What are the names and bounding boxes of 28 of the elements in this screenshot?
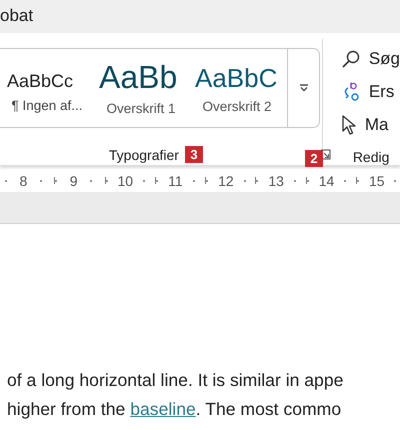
baseline-link[interactable]: baseline (130, 399, 196, 419)
ruler-number: 14 (318, 172, 334, 188)
window-title: obat (0, 6, 34, 26)
group-label: Typografier (108, 146, 179, 162)
number-badge: 2 (305, 150, 323, 167)
style-preview[interactable]: AaBb (99, 60, 183, 92)
ribbon-command[interactable]: Søg (368, 49, 400, 70)
style-name[interactable]: Overskrift 1 (106, 100, 176, 116)
number-badge: 3 (184, 146, 203, 163)
ruler-number: 11 (168, 172, 183, 188)
group-label: Redig (352, 149, 390, 166)
ruler-number: 12 (218, 172, 234, 188)
ribbon-command[interactable]: Ers (368, 82, 394, 102)
ruler-number: 8 (20, 172, 28, 188)
style-name[interactable]: Overskrift 2 (202, 99, 272, 114)
cursor-icon (340, 114, 357, 135)
ruler-number: 10 (118, 172, 134, 188)
search-icon (340, 49, 361, 70)
ruler-number: 13 (268, 172, 284, 188)
style-name[interactable]: ¶ Ingen af... (11, 98, 83, 112)
style-preview[interactable]: AaBbCc (7, 72, 87, 90)
paragraph-text: of a long horizontal line. It is similar in appe higher from the baseline. The most commo (6, 369, 344, 421)
style-preview[interactable]: AaBbC (195, 65, 279, 91)
ribbon-command[interactable]: Ma (364, 114, 388, 135)
ruler-number: 15 (368, 172, 385, 188)
dialog-launcher-icon[interactable] (320, 149, 331, 160)
ruler-number: 9 (70, 172, 78, 188)
expand-icon (298, 84, 308, 92)
